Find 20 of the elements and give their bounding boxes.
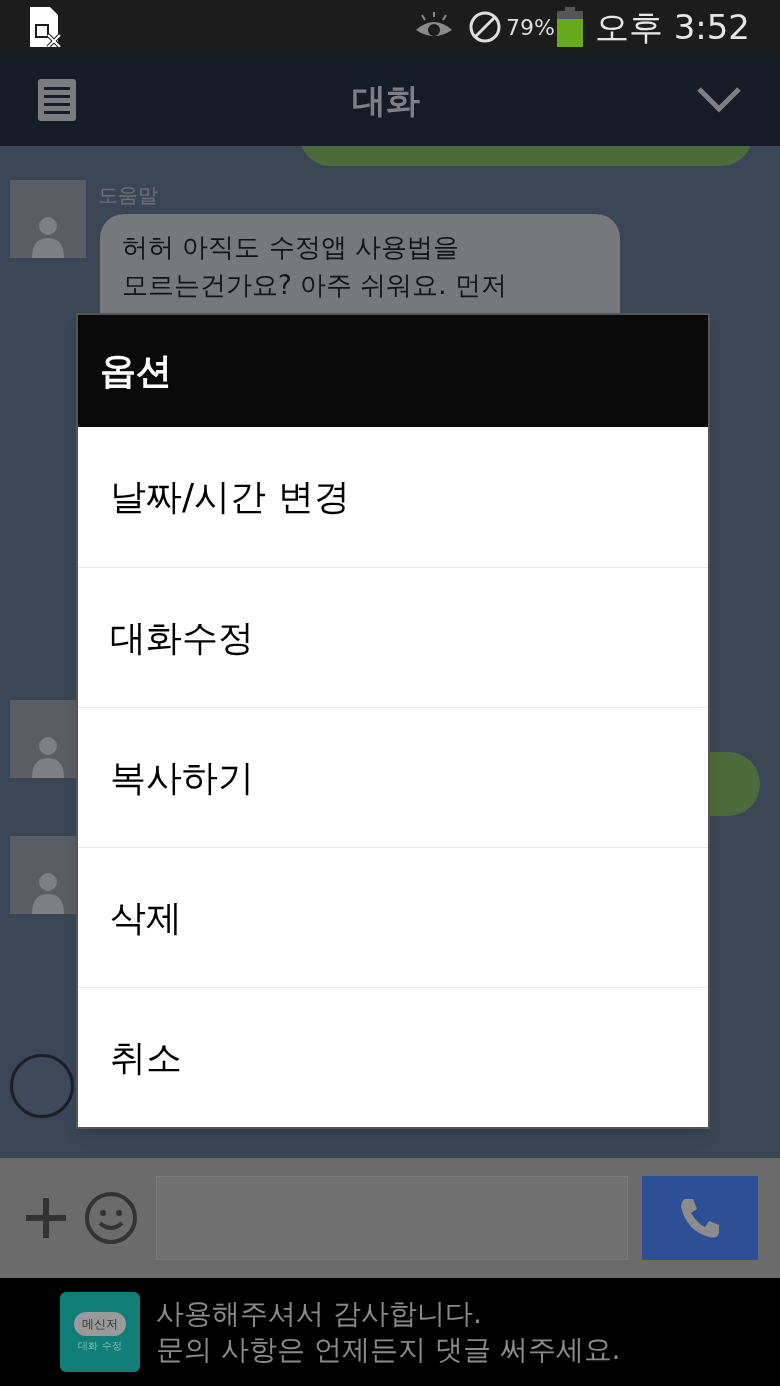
call-button[interactable]: [642, 1176, 758, 1260]
dialog-option[interactable]: 대화수정: [78, 567, 708, 707]
battery-percent: 79%: [505, 13, 555, 42]
battery-icon: [556, 7, 583, 47]
emoji-icon[interactable]: [84, 1191, 138, 1245]
blocked-icon: [467, 10, 502, 44]
dialog-option[interactable]: 복사하기: [78, 707, 708, 847]
clock: 오후 3:52: [594, 5, 750, 49]
ad-text: 사용해주셔서 감사합니다.: [156, 1296, 483, 1332]
logo-text: 메신저: [74, 1312, 126, 1336]
dialog-option[interactable]: 날짜/시간 변경: [78, 427, 708, 567]
ad-text: 문의 사항은 언제든지 댓글 써주세요.: [156, 1332, 621, 1368]
menu-icon[interactable]: [38, 79, 76, 121]
chevron-down-icon[interactable]: [696, 86, 742, 114]
dialog-option[interactable]: 삭제: [78, 847, 708, 987]
dialog-title: 옵션: [100, 349, 172, 393]
sim-card-icon: [30, 7, 62, 47]
dialog-option[interactable]: 취소: [78, 987, 708, 1127]
screen-title: 대화: [352, 78, 420, 122]
logo-text: 대화 수정: [78, 1340, 122, 1352]
